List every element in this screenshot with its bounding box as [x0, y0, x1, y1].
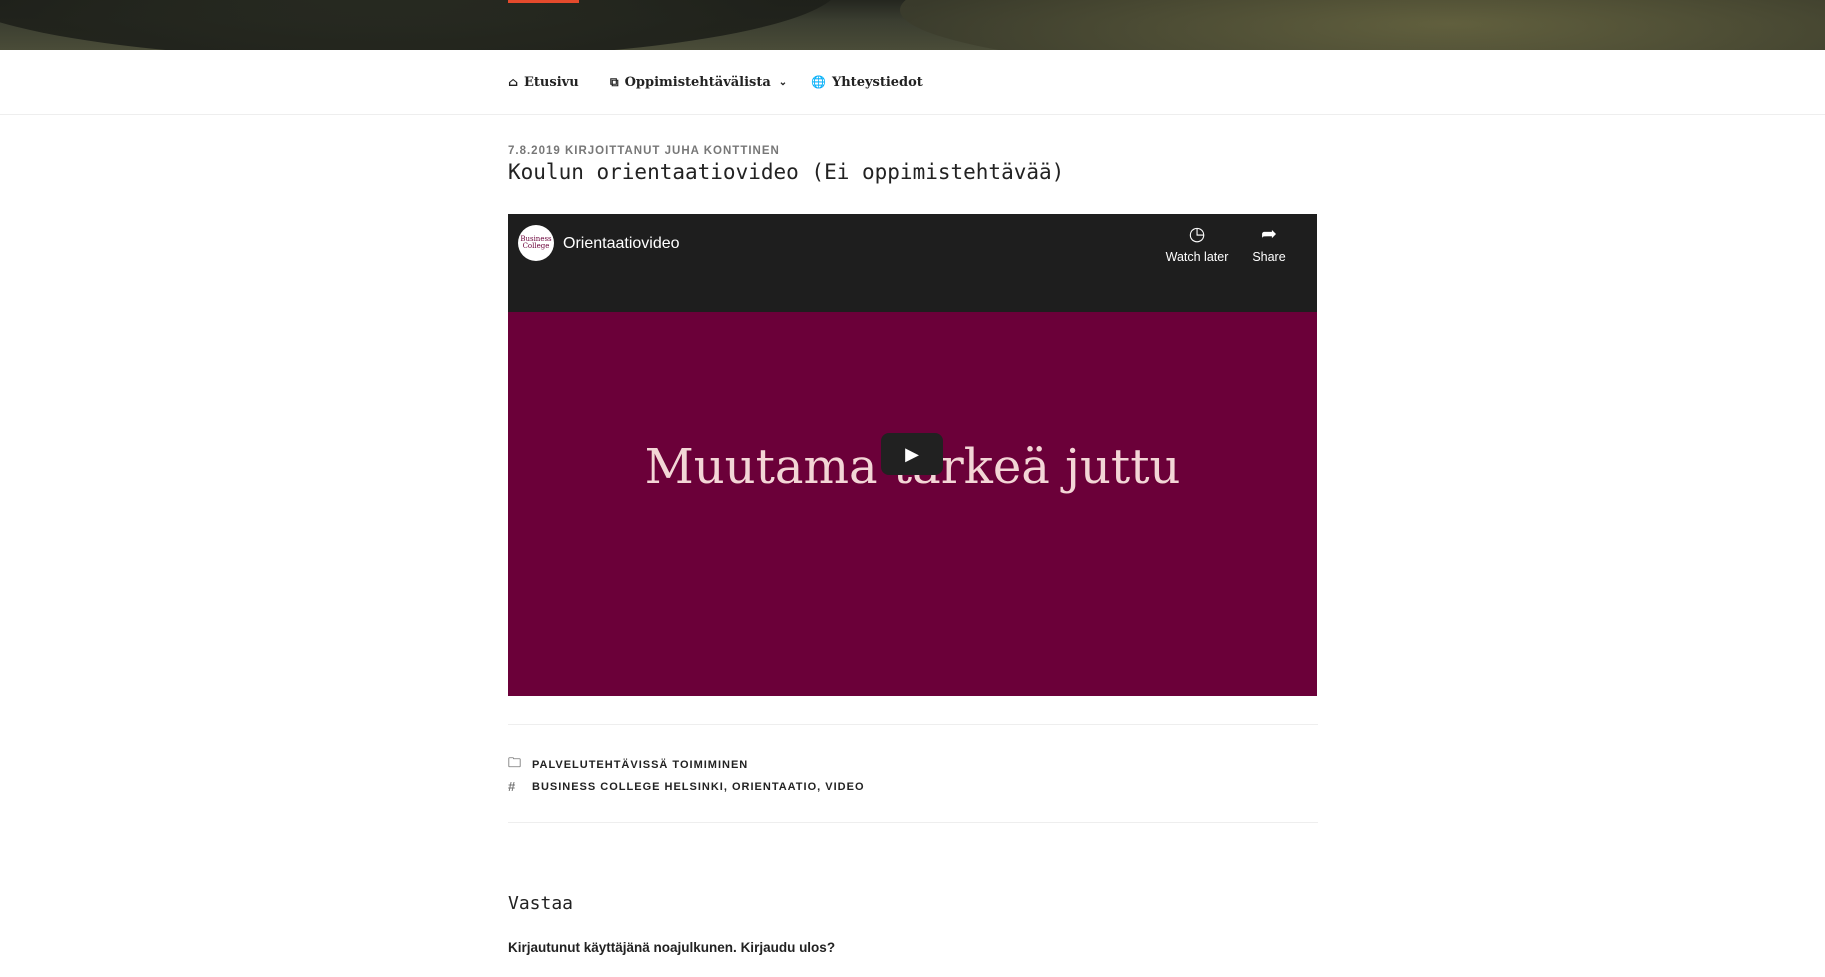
tag-separator: ,	[817, 780, 826, 793]
divider	[508, 724, 1318, 725]
post-meta: 7.8.2019 KIRJOITTANUT JUHA KONTTINEN	[508, 145, 780, 157]
play-icon: ▶	[905, 443, 919, 464]
folder-icon: 🗀	[508, 755, 523, 770]
home-icon: ⌂	[508, 75, 519, 89]
tag-link[interactable]: VIDEO	[825, 781, 864, 793]
main-navigation: ⌂ Etusivu ⧉ Oppimistehtävälista ⌄ 🌐 Yhte…	[0, 50, 1825, 115]
tag-list: BUSINESS COLLEGE HELSINKI, ORIENTAATIO, …	[532, 781, 865, 793]
tag-separator: ,	[723, 780, 732, 793]
channel-logo-text: Business College	[520, 234, 552, 250]
header-image	[0, 0, 1825, 50]
globe-icon: 🌐	[811, 75, 826, 89]
post-categories: 🗀 PALVELUTEHTÄVISSÄ TOIMIMINEN	[508, 754, 748, 776]
post-title: Koulun orientaatiovideo (Ei oppimistehtä…	[508, 160, 1065, 184]
copy-icon: ⧉	[610, 75, 619, 89]
nav-item-yhteystiedot[interactable]: 🌐 Yhteystiedot	[811, 72, 923, 92]
header-landscape-light	[900, 0, 1825, 50]
hashtag-icon: #	[508, 779, 517, 794]
share-button[interactable]: ➦ Share	[1234, 225, 1304, 275]
nav-item-label: Yhteystiedot	[831, 74, 923, 90]
nav-item-etusivu[interactable]: ⌂ Etusivu	[508, 72, 579, 92]
nav-item-label: Oppimistehtävälista	[624, 74, 771, 90]
video-top-bar: Business College Orientaatiovideo ◷ Watc…	[508, 214, 1317, 312]
chevron-down-icon[interactable]: ⌄	[779, 77, 787, 88]
channel-avatar[interactable]: Business College	[518, 225, 554, 261]
logged-in-text: Kirjautunut käyttäjänä noajulkunen.	[508, 940, 737, 955]
watch-later-button[interactable]: ◷ Watch later	[1162, 225, 1232, 275]
clock-icon: ◷	[1188, 224, 1206, 245]
post-byline: KIRJOITTANUT	[564, 145, 661, 157]
header-accent-bar	[508, 0, 579, 3]
share-label: Share	[1252, 250, 1286, 264]
post-tags: # BUSINESS COLLEGE HELSINKI, ORIENTAATIO…	[508, 779, 865, 794]
nav-item-label: Etusivu	[524, 74, 579, 90]
post-author[interactable]: JUHA KONTTINEN	[665, 145, 780, 157]
play-button[interactable]: ▶	[881, 433, 943, 475]
divider	[508, 822, 1318, 823]
header-landscape-dark	[0, 0, 840, 50]
nav-item-oppimistehtavalista[interactable]: ⧉ Oppimistehtävälista ⌄	[610, 72, 787, 92]
logged-in-notice: Kirjautunut käyttäjänä noajulkunen. Kirj…	[508, 940, 835, 955]
tag-link[interactable]: ORIENTAATIO	[732, 781, 817, 793]
video-embed[interactable]: Business College Orientaatiovideo ◷ Watc…	[508, 214, 1317, 696]
share-arrow-icon: ➦	[1261, 224, 1277, 245]
watch-later-label: Watch later	[1165, 250, 1229, 264]
post-date[interactable]: 7.8.2019	[508, 145, 561, 157]
logout-link[interactable]: Kirjaudu ulos?	[741, 940, 836, 955]
tag-link[interactable]: BUSINESS COLLEGE HELSINKI	[532, 781, 724, 793]
category-link[interactable]: PALVELUTEHTÄVISSÄ TOIMIMINEN	[532, 759, 748, 771]
video-title[interactable]: Orientaatiovideo	[563, 235, 680, 253]
reply-heading: Vastaa	[508, 893, 574, 914]
